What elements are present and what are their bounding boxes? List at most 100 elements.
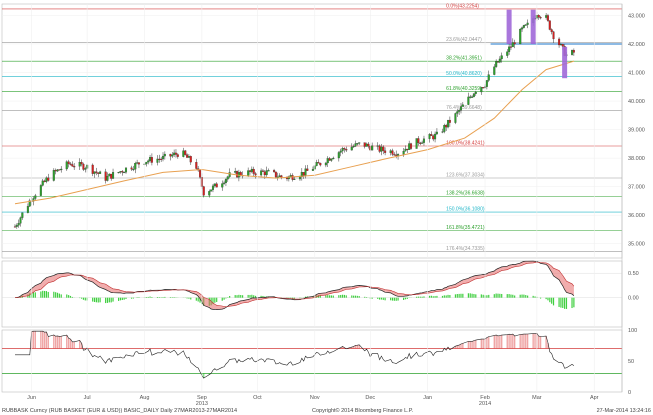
candle-body <box>250 168 253 172</box>
candle-body <box>19 217 22 224</box>
y-tick-label: 38.000 <box>628 156 645 162</box>
candle-body <box>187 156 190 158</box>
x-tick-label: Mar <box>532 395 542 401</box>
candle-body <box>406 148 409 150</box>
fib-label: 38.2%(41.3951) <box>446 56 482 62</box>
candle-body <box>106 175 109 181</box>
candle-body <box>339 150 342 153</box>
candle-body <box>117 172 120 174</box>
candle-body <box>226 176 229 180</box>
candle-body <box>352 146 355 148</box>
candle-body <box>448 119 451 123</box>
candle-body <box>260 170 263 176</box>
fib-label: 138.2%(36.6638) <box>446 191 485 197</box>
fib-label: 100.0%(38.4241) <box>446 141 485 147</box>
candle-body <box>17 223 20 226</box>
candle-body <box>78 162 81 167</box>
candle-body <box>278 175 281 178</box>
y-tick-label: 35.000 <box>628 242 645 248</box>
candle-body <box>324 162 327 166</box>
fib-label: 61.8%(40.3259) <box>446 86 482 92</box>
candle-body <box>345 149 348 151</box>
x-tick-label: Jun <box>27 395 36 401</box>
candle-body <box>132 169 135 171</box>
candle-body <box>445 125 448 128</box>
candle-body <box>119 171 122 173</box>
candle-body <box>104 171 107 181</box>
candle-body <box>173 152 176 155</box>
footer-left: RUBBASK Curncy (RUB BASKET (EUR & USD)) … <box>2 408 237 414</box>
chart-window: 0.0%(43.2254) 23.6%(42.0447) 38.2%(41.3951… <box>0 0 653 415</box>
candle-body <box>350 146 353 151</box>
candle-body <box>215 183 218 188</box>
candle-body <box>82 163 85 170</box>
macd-tick-label: 0.00 <box>628 296 639 302</box>
y-tick-label: 36.000 <box>628 213 645 219</box>
candle-body <box>315 162 318 166</box>
candle-body <box>171 154 174 157</box>
candle-body <box>43 180 46 182</box>
candle-body <box>163 153 166 157</box>
candle-body <box>130 167 133 170</box>
candle-body <box>221 183 224 188</box>
candle-body <box>317 162 320 164</box>
candle-body <box>434 133 437 140</box>
candle-body <box>56 169 59 172</box>
candle-body <box>186 154 189 158</box>
candle-body <box>223 182 226 184</box>
candle-body <box>456 111 459 114</box>
candle-body <box>550 29 553 32</box>
year-label-2014: 2014 <box>479 401 491 407</box>
candle-body <box>189 156 192 163</box>
candle-body <box>472 93 475 97</box>
candle-body <box>526 22 529 25</box>
candle-body <box>134 163 137 170</box>
candle-body <box>69 163 72 165</box>
candle-body <box>382 146 385 151</box>
x-tick-label: Apr <box>590 395 599 401</box>
candle-body <box>558 38 561 46</box>
candle-body <box>84 168 87 170</box>
candle-body <box>280 175 283 178</box>
candle-body <box>354 143 357 147</box>
candle-body <box>326 158 329 164</box>
candle-body <box>509 46 512 48</box>
candle-body <box>474 91 477 94</box>
candle-body <box>263 171 266 176</box>
candle-body <box>421 142 424 144</box>
fib-label: 0.0%(43.2254) <box>446 3 479 9</box>
candle-body <box>145 161 148 165</box>
candle-body <box>537 15 540 18</box>
candle-body <box>247 170 250 176</box>
candle-body <box>459 106 463 111</box>
candle-body <box>432 135 435 140</box>
candle-body <box>380 146 383 152</box>
candle-body <box>65 161 68 170</box>
candle-body <box>376 145 379 147</box>
candle-body <box>495 61 498 67</box>
fib-label: 50.0%(40.8620) <box>446 71 482 77</box>
candle-body <box>358 142 361 144</box>
candle-body <box>45 177 48 182</box>
candle-body <box>443 125 446 132</box>
candle-body <box>572 50 575 53</box>
candle-body <box>341 148 344 152</box>
candle-body <box>21 212 24 218</box>
candle-body <box>363 142 366 147</box>
candle-body <box>441 131 444 133</box>
x-tick-label: Oct <box>253 395 262 401</box>
candle-body <box>47 177 50 181</box>
candle-body <box>389 150 392 153</box>
candle-body <box>384 150 387 153</box>
highlight-bar <box>562 46 568 79</box>
candle-body <box>182 150 185 157</box>
candle-body <box>52 170 55 181</box>
candle-body <box>559 44 562 46</box>
candle-body <box>184 150 187 155</box>
x-tick-label: Jul <box>84 395 91 401</box>
candle-body <box>493 66 496 75</box>
candle-body <box>508 46 511 52</box>
candle-body <box>302 172 305 176</box>
candle-body <box>298 176 301 180</box>
candle-body <box>552 31 555 40</box>
